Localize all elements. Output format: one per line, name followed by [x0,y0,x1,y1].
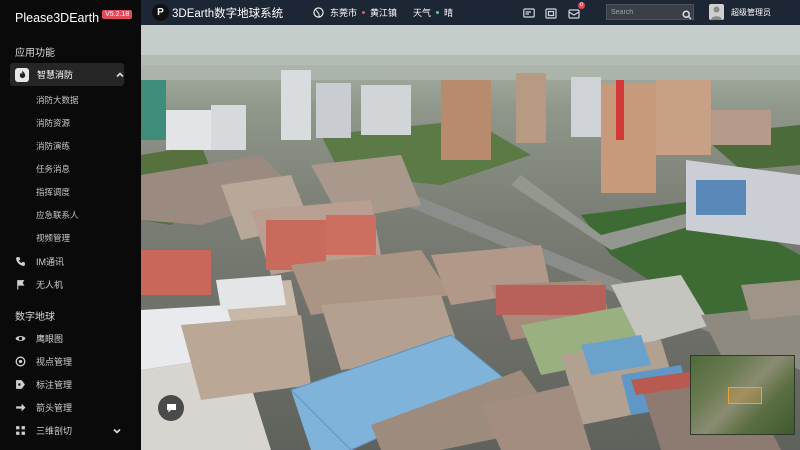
message-icon[interactable] [523,6,535,18]
location-town: 黄江镇 [370,8,398,18]
sidebar-item-label: 智慧消防 [37,70,74,80]
viewpoint-icon [15,356,26,367]
system-title: 3DEarth数字地球系统 [172,8,284,20]
location-city: 东莞市 [330,8,358,18]
sidebar-item-label: IM通讯 [36,257,64,267]
notification-icon[interactable]: 0 [568,2,585,19]
weather-label: 天气 [413,8,432,18]
sidebar-item-marker[interactable]: 标注管理 [0,373,141,396]
chevron-down-icon[interactable] [113,427,121,435]
flag-icon [15,279,26,290]
search-box [606,4,694,20]
weather-value: 晴 [444,8,454,18]
sidebar-item-drone[interactable]: 无人机 [0,273,141,296]
section-icon [15,425,26,436]
sidebar-item-label: 标注管理 [36,380,73,390]
sidebar-item-label: 视点管理 [36,357,73,367]
map-viewport[interactable] [141,25,800,450]
submenu-item-fire-resources[interactable]: 消防资源 [0,112,141,135]
sidebar-item-section[interactable]: 三维剖切 [0,419,141,442]
app-logo: P [152,4,169,21]
sidebar-item-label: 三维剖切 [36,426,73,436]
submenu-item-fire-drill[interactable]: 消防演练 [0,135,141,158]
location-weather: 东莞市 黄江镇 天气 晴 [313,6,453,19]
notification-count: 0 [578,2,585,9]
phone-icon [15,256,26,267]
search-icon[interactable] [682,7,692,20]
section-title-apps: 应用功能 [15,48,55,59]
chat-button[interactable] [158,395,184,421]
username[interactable]: 超级管理员 [731,7,771,18]
header-bar: P 3DEarth数字地球系统 东莞市 黄江镇 天气 晴 0 超级管理员 [141,0,800,25]
sidebar-item-eagle-eye[interactable]: 鹰眼图 [0,327,141,350]
globe-icon [313,7,324,18]
version-badge: V5.2.18 [102,9,133,19]
avatar[interactable] [709,4,724,20]
chat-icon [166,404,176,413]
marker-icon [15,379,26,390]
brand-name: Please3DEarth [15,11,100,25]
location-dot [362,11,366,14]
submenu-item-command-dispatch[interactable]: 指挥调度 [0,181,141,204]
submenu-item-fire-bigdata[interactable]: 消防大数据 [0,89,141,112]
sidebar-item-label: 鹰眼图 [36,334,64,344]
fire-icon [15,67,29,82]
app-logo-letter: P [157,7,164,18]
submenu-item-video-management[interactable]: 视频管理 [0,227,141,250]
submenu-item-task-messages[interactable]: 任务消息 [0,158,141,181]
weather-dot [436,11,440,14]
fullscreen-icon[interactable] [545,6,557,19]
minimap-view-rect[interactable] [728,387,762,404]
chevron-up-icon[interactable] [116,71,124,79]
brand: Please3DEarth V5.2.18 [0,0,141,36]
sidebar-item-viewpoint[interactable]: 视点管理 [0,350,141,373]
arrow-icon [15,402,26,413]
search-input[interactable] [607,8,677,16]
sidebar: Please3DEarth V5.2.18 应用功能 智慧消防 消防大数据 消防… [0,0,141,450]
eye-icon [15,333,26,344]
fire-submenu: 消防大数据 消防资源 消防演练 任务消息 指挥调度 应急联系人 视频管理 [0,89,141,250]
submenu-item-emergency-contacts[interactable]: 应急联系人 [0,204,141,227]
sidebar-item-im[interactable]: IM通讯 [0,250,141,273]
eagle-eye-minimap[interactable] [690,355,795,435]
sidebar-item-fire[interactable]: 智慧消防 [10,63,124,86]
sidebar-item-arrow[interactable]: 箭头管理 [0,396,141,419]
sidebar-item-label: 箭头管理 [36,403,73,413]
sidebar-item-label: 无人机 [36,280,64,290]
section-title-earth: 数字地球 [15,312,55,323]
